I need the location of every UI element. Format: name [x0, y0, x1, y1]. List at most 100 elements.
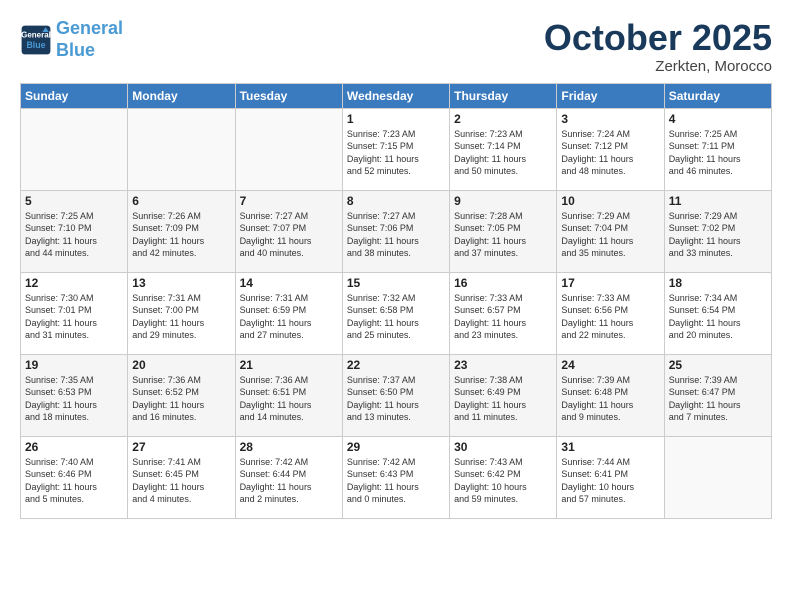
- day-info: Sunrise: 7:32 AM Sunset: 6:58 PM Dayligh…: [347, 292, 445, 342]
- page-container: General Blue General Blue October 2025 Z…: [0, 0, 792, 529]
- day-info: Sunrise: 7:36 AM Sunset: 6:52 PM Dayligh…: [132, 374, 230, 424]
- day-number: 10: [561, 194, 659, 208]
- day-number: 7: [240, 194, 338, 208]
- day-info: Sunrise: 7:33 AM Sunset: 6:56 PM Dayligh…: [561, 292, 659, 342]
- calendar-cell: 6Sunrise: 7:26 AM Sunset: 7:09 PM Daylig…: [128, 190, 235, 272]
- day-info: Sunrise: 7:35 AM Sunset: 6:53 PM Dayligh…: [25, 374, 123, 424]
- day-number: 17: [561, 276, 659, 290]
- calendar-week-row: 1Sunrise: 7:23 AM Sunset: 7:15 PM Daylig…: [21, 108, 772, 190]
- calendar-cell: 22 Sunrise: 7:37 AM Sunset: 6:50 PM Dayli…: [342, 354, 449, 436]
- header: General Blue General Blue October 2025 Z…: [20, 18, 772, 75]
- day-info: Sunrise: 7:37 AM Sunset: 6:50 PM Dayligh…: [347, 374, 445, 424]
- day-number: 21: [240, 358, 338, 372]
- day-number: 31: [561, 440, 659, 454]
- calendar-cell: 28 Sunrise: 7:42 AM Sunset: 6:44 PM Dayli…: [235, 436, 342, 518]
- logo: General Blue General Blue: [20, 18, 123, 61]
- day-number: 8: [347, 194, 445, 208]
- calendar-cell: 4 Sunrise: 7:25 AM Sunset: 7:11 PM Daylig…: [664, 108, 771, 190]
- day-info: Sunrise: 7:24 AM Sunset: 7:12 PM Dayligh…: [561, 128, 659, 178]
- calendar-cell: 14Sunrise: 7:31 AM Sunset: 6:59 PM Dayli…: [235, 272, 342, 354]
- day-info: Sunrise: 7:25 AM Sunset: 7:10 PM Dayligh…: [25, 210, 123, 260]
- day-number: 13: [132, 276, 230, 290]
- calendar-cell: 20 Sunrise: 7:36 AM Sunset: 6:52 PM Dayli…: [128, 354, 235, 436]
- day-info: Sunrise: 7:31 AM Sunset: 7:00 PM Dayligh…: [132, 292, 230, 342]
- day-info: Sunrise: 7:44 AM Sunset: 6:41 PM Dayligh…: [561, 456, 659, 506]
- logo-blue: Blue: [56, 40, 95, 60]
- day-info: Sunrise: 7:23 AM Sunset: 7:15 PM Dayligh…: [347, 128, 445, 178]
- calendar-cell: 27 Sunrise: 7:41 AM Sunset: 6:45 PM Dayli…: [128, 436, 235, 518]
- day-info: Sunrise: 7:27 AM Sunset: 7:06 PM Dayligh…: [347, 210, 445, 260]
- weekday-header: Monday: [128, 83, 235, 108]
- calendar-cell: 7Sunrise: 7:27 AM Sunset: 7:07 PM Daylig…: [235, 190, 342, 272]
- calendar-cell: 2Sunrise: 7:23 AM Sunset: 7:14 PM Daylig…: [450, 108, 557, 190]
- calendar-cell: 11 Sunrise: 7:29 AM Sunset: 7:02 PM Dayli…: [664, 190, 771, 272]
- calendar-cell: 10 Sunrise: 7:29 AM Sunset: 7:04 PM Dayli…: [557, 190, 664, 272]
- calendar-cell: 21Sunrise: 7:36 AM Sunset: 6:51 PM Dayli…: [235, 354, 342, 436]
- calendar-cell: 17 Sunrise: 7:33 AM Sunset: 6:56 PM Dayli…: [557, 272, 664, 354]
- day-number: 3: [561, 112, 659, 126]
- day-number: 18: [669, 276, 767, 290]
- month-title: October 2025 Zerkten, Morocco: [544, 18, 772, 75]
- day-info: Sunrise: 7:31 AM Sunset: 6:59 PM Dayligh…: [240, 292, 338, 342]
- day-number: 29: [347, 440, 445, 454]
- day-number: 20: [132, 358, 230, 372]
- day-number: 28: [240, 440, 338, 454]
- svg-text:Blue: Blue: [26, 40, 45, 50]
- day-number: 24: [561, 358, 659, 372]
- day-number: 27: [132, 440, 230, 454]
- day-info: Sunrise: 7:29 AM Sunset: 7:02 PM Dayligh…: [669, 210, 767, 260]
- day-info: Sunrise: 7:42 AM Sunset: 6:43 PM Dayligh…: [347, 456, 445, 506]
- calendar-cell: 13 Sunrise: 7:31 AM Sunset: 7:00 PM Dayli…: [128, 272, 235, 354]
- day-info: Sunrise: 7:42 AM Sunset: 6:44 PM Dayligh…: [240, 456, 338, 506]
- weekday-header-row: SundayMondayTuesdayWednesdayThursdayFrid…: [21, 83, 772, 108]
- day-info: Sunrise: 7:25 AM Sunset: 7:11 PM Dayligh…: [669, 128, 767, 178]
- logo-icon: General Blue: [20, 24, 52, 56]
- calendar-week-row: 19 Sunrise: 7:35 AM Sunset: 6:53 PM Dayli…: [21, 354, 772, 436]
- day-number: 6: [132, 194, 230, 208]
- calendar-week-row: 5 Sunrise: 7:25 AM Sunset: 7:10 PM Daylig…: [21, 190, 772, 272]
- day-info: Sunrise: 7:39 AM Sunset: 6:48 PM Dayligh…: [561, 374, 659, 424]
- day-number: 9: [454, 194, 552, 208]
- weekday-header: Friday: [557, 83, 664, 108]
- day-number: 19: [25, 358, 123, 372]
- calendar-week-row: 26 Sunrise: 7:40 AM Sunset: 6:46 PM Dayli…: [21, 436, 772, 518]
- day-info: Sunrise: 7:43 AM Sunset: 6:42 PM Dayligh…: [454, 456, 552, 506]
- day-info: Sunrise: 7:29 AM Sunset: 7:04 PM Dayligh…: [561, 210, 659, 260]
- weekday-header: Sunday: [21, 83, 128, 108]
- logo-general: General: [56, 18, 123, 38]
- day-info: Sunrise: 7:34 AM Sunset: 6:54 PM Dayligh…: [669, 292, 767, 342]
- calendar-cell: 30Sunrise: 7:43 AM Sunset: 6:42 PM Dayli…: [450, 436, 557, 518]
- calendar-cell: [21, 108, 128, 190]
- day-number: 5: [25, 194, 123, 208]
- calendar-cell: 5 Sunrise: 7:25 AM Sunset: 7:10 PM Daylig…: [21, 190, 128, 272]
- day-number: 11: [669, 194, 767, 208]
- calendar-table: SundayMondayTuesdayWednesdayThursdayFrid…: [20, 83, 772, 519]
- location-heading: Zerkten, Morocco: [544, 58, 772, 75]
- logo-text: General Blue: [56, 18, 123, 61]
- calendar-cell: 24 Sunrise: 7:39 AM Sunset: 6:48 PM Dayli…: [557, 354, 664, 436]
- day-info: Sunrise: 7:40 AM Sunset: 6:46 PM Dayligh…: [25, 456, 123, 506]
- calendar-cell: 8 Sunrise: 7:27 AM Sunset: 7:06 PM Daylig…: [342, 190, 449, 272]
- day-number: 26: [25, 440, 123, 454]
- calendar-cell: 12Sunrise: 7:30 AM Sunset: 7:01 PM Dayli…: [21, 272, 128, 354]
- day-number: 25: [669, 358, 767, 372]
- day-number: 4: [669, 112, 767, 126]
- day-info: Sunrise: 7:41 AM Sunset: 6:45 PM Dayligh…: [132, 456, 230, 506]
- calendar-cell: [128, 108, 235, 190]
- calendar-cell: 23 Sunrise: 7:38 AM Sunset: 6:49 PM Dayli…: [450, 354, 557, 436]
- day-info: Sunrise: 7:38 AM Sunset: 6:49 PM Dayligh…: [454, 374, 552, 424]
- calendar-cell: 9 Sunrise: 7:28 AM Sunset: 7:05 PM Daylig…: [450, 190, 557, 272]
- weekday-header: Saturday: [664, 83, 771, 108]
- day-number: 23: [454, 358, 552, 372]
- month-heading: October 2025: [544, 18, 772, 58]
- day-number: 22: [347, 358, 445, 372]
- day-info: Sunrise: 7:23 AM Sunset: 7:14 PM Dayligh…: [454, 128, 552, 178]
- day-number: 12: [25, 276, 123, 290]
- calendar-cell: [664, 436, 771, 518]
- calendar-cell: 29 Sunrise: 7:42 AM Sunset: 6:43 PM Dayli…: [342, 436, 449, 518]
- calendar-cell: [235, 108, 342, 190]
- calendar-cell: 1Sunrise: 7:23 AM Sunset: 7:15 PM Daylig…: [342, 108, 449, 190]
- weekday-header: Tuesday: [235, 83, 342, 108]
- day-info: Sunrise: 7:39 AM Sunset: 6:47 PM Dayligh…: [669, 374, 767, 424]
- day-info: Sunrise: 7:28 AM Sunset: 7:05 PM Dayligh…: [454, 210, 552, 260]
